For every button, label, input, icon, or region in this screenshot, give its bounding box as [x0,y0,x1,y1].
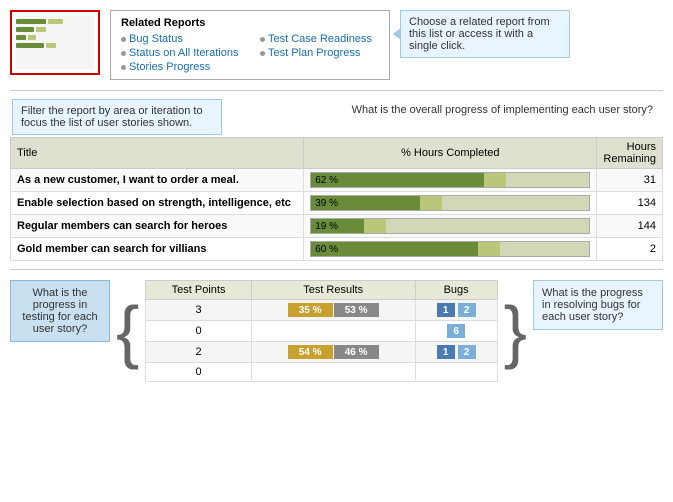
bottom-table-wrap: Test Points Test Results Bugs 335 %53 %1… [145,280,497,382]
divider2 [10,269,663,270]
bar-percent-label: 39 % [311,198,342,209]
resolved-bug-bar: 2 [458,303,476,317]
test-points-header: Test Points [146,281,251,300]
bugs-callout: What is the progress in resolving bugs f… [533,280,663,330]
bugs [415,363,497,382]
remaining-header: Hours Remaining [597,138,663,169]
test-points: 2 [146,342,251,363]
related-reports-box: Related Reports Bug Status Test Case Rea… [110,10,390,80]
bottom-table-row: 0 [146,363,497,382]
resolved-bug-bar: 6 [447,324,465,338]
report-link-test-plan-progress[interactable]: Test Plan Progress [260,47,379,59]
story-title: Gold member can search for villians [11,238,304,261]
choose-report-callout: Choose a related report from this list o… [400,10,570,58]
bar-percent-label: 60 % [311,244,342,255]
related-reports-grid: Bug Status Test Case Readiness Status on… [121,33,379,73]
resolved-bug-bar: 2 [458,345,476,359]
hours-progress: 60 % [304,238,597,261]
dot-icon [121,37,126,42]
section-labels: Filter the report by area or iteration t… [10,99,663,135]
test-points: 3 [146,300,251,321]
testing-callout: What is the progress in testing for each… [10,280,110,342]
left-brace: { [116,296,139,366]
test-results: 35 %53 % [251,300,415,321]
hours-header: % Hours Completed [304,138,597,169]
bottom-table-row: 06 [146,321,497,342]
bugs-header: Bugs [415,281,497,300]
pass-bar: 35 % [288,303,333,317]
bottom-test-table: Test Points Test Results Bugs 335 %53 %1… [145,280,497,382]
active-bug-bar: 1 [437,303,455,317]
fail-bar: 46 % [334,345,379,359]
main-table-row: As a new customer, I want to order a mea… [11,169,663,192]
callout-arrow-icon [393,28,401,40]
progress-callout: What is the overall progress of implemen… [344,99,661,135]
dot-icon [121,65,126,70]
test-results [251,363,415,382]
filter-callout: Filter the report by area or iteration t… [12,99,222,135]
main-table-row: Enable selection based on strength, inte… [11,192,663,215]
bugs: 6 [415,321,497,342]
hours-remaining: 31 [597,169,663,192]
hours-remaining: 144 [597,215,663,238]
hours-remaining: 134 [597,192,663,215]
main-progress-table: Title % Hours Completed Hours Remaining … [10,137,663,261]
dot-icon [121,51,126,56]
hours-progress: 62 % [304,169,597,192]
middle-section: Filter the report by area or iteration t… [0,95,673,265]
bottom-table-row: 254 %46 %12 [146,342,497,363]
story-title: Regular members can search for heroes [11,215,304,238]
dot-icon [260,51,265,56]
divider [10,90,663,91]
pass-bar: 54 % [288,345,333,359]
test-points: 0 [146,321,251,342]
test-points: 0 [146,363,251,382]
hours-remaining: 2 [597,238,663,261]
bar-percent-label: 19 % [311,221,342,232]
title-header: Title [11,138,304,169]
active-bug-bar: 1 [437,345,455,359]
story-title: As a new customer, I want to order a mea… [11,169,304,192]
dot-icon [260,37,265,42]
story-title: Enable selection based on strength, inte… [11,192,304,215]
report-link-bug-status[interactable]: Bug Status [121,33,240,45]
related-reports-title: Related Reports [121,17,379,29]
main-table-row: Regular members can search for heroes 19 … [11,215,663,238]
bottom-section: What is the progress in testing for each… [0,274,673,388]
top-section: Related Reports Bug Status Test Case Rea… [0,0,673,86]
report-link-status-iterations[interactable]: Status on All Iterations [121,47,240,59]
test-results [251,321,415,342]
fail-bar: 53 % [334,303,379,317]
bottom-table-row: 335 %53 %12 [146,300,497,321]
report-link-stories-progress[interactable]: Stories Progress [121,61,240,73]
bar-percent-label: 62 % [311,175,342,186]
right-brace: } [504,296,527,366]
bugs: 12 [415,342,497,363]
hours-progress: 39 % [304,192,597,215]
report-link-test-case-readiness[interactable]: Test Case Readiness [260,33,379,45]
main-table-row: Gold member can search for villians 60 % 2 [11,238,663,261]
test-results-header: Test Results [251,281,415,300]
report-thumbnail [10,10,100,75]
hours-progress: 19 % [304,215,597,238]
bugs: 12 [415,300,497,321]
test-results: 54 %46 % [251,342,415,363]
